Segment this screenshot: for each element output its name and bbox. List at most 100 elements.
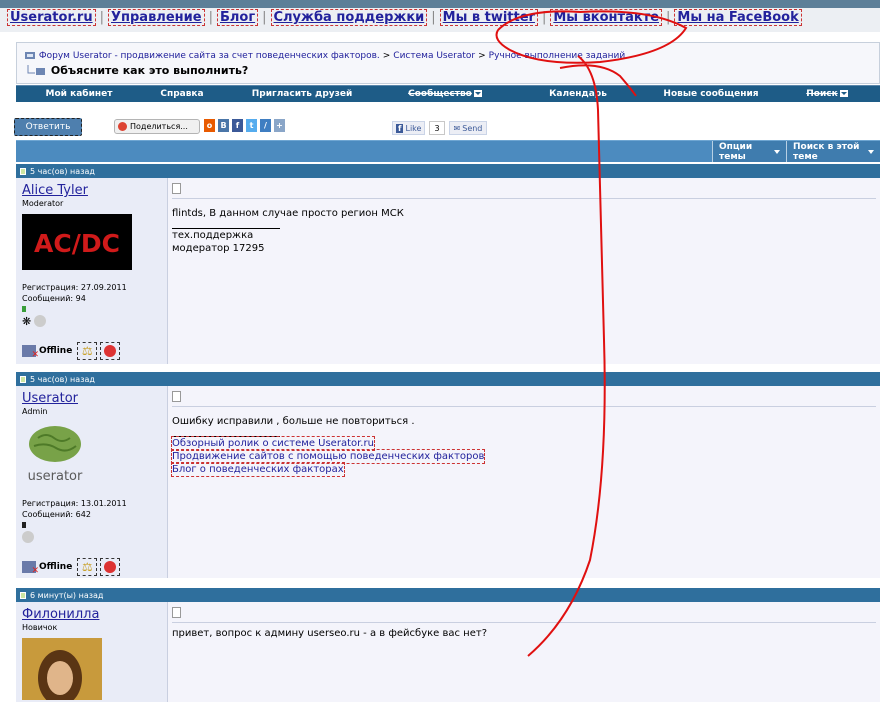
post-doc-icon	[172, 607, 181, 618]
nav-community-label: Сообщество	[408, 89, 472, 99]
author-status: Offline ⚖	[22, 558, 161, 576]
top-link-userator[interactable]: Userator.ru	[7, 9, 96, 26]
post-author-panel: Userator Admin userator Регистрация: 13.…	[16, 386, 168, 578]
signature-link[interactable]: Блог о поведенческих факторах	[171, 462, 345, 477]
post-time: 5 час(ов) назад	[30, 166, 95, 176]
post-author-panel: Alice Tyler Moderator AC/DC Регистрация:…	[16, 178, 168, 364]
post-header: 5 час(ов) назад	[16, 164, 880, 178]
fb-like-label: Like	[405, 123, 422, 133]
post-doc-icon	[172, 391, 181, 402]
thread-options-button[interactable]: Опции темы	[712, 141, 786, 162]
top-link-facebook[interactable]: Мы на FaceBook	[674, 9, 802, 26]
nav-community[interactable]: Сообщество	[382, 89, 508, 99]
fb-send-label: Send	[462, 123, 483, 133]
top-link-support[interactable]: Служба поддержки	[270, 9, 428, 26]
livejournal-icon[interactable]: /	[260, 119, 271, 132]
author-status-label: Offline	[39, 346, 73, 356]
thread-options-bar: Опции темы Поиск в этой теме	[16, 140, 880, 162]
search-thread-label: Поиск в этой теме	[793, 141, 860, 162]
author-status-label: Offline	[39, 562, 73, 572]
post-line: Ошибку исправили , больше не повториться…	[172, 416, 415, 427]
odnoklassniki-icon[interactable]: o	[204, 119, 215, 132]
post-author-panel: Филонилла Новичок	[16, 602, 168, 702]
nav-invite[interactable]: Пригласить друзей	[222, 89, 382, 99]
author-role: Moderator	[22, 199, 64, 208]
search-thread-button[interactable]: Поиск в этой теме	[786, 141, 880, 162]
svg-text:AC/DC: AC/DC	[34, 229, 120, 258]
post-content: flintds, В данном случае просто регион М…	[168, 178, 880, 364]
breadcrumb-path: Форум Userator - продвижение сайта за сч…	[25, 51, 625, 61]
breadcrumb-forum[interactable]: Форум Userator - продвижение сайта за сч…	[39, 51, 380, 61]
facebook-like-widget: f Like 3 ✉ Send	[392, 121, 488, 135]
author-name[interactable]: Alice Tyler	[22, 183, 161, 198]
thread-title-row: Объясните как это выполнить?	[25, 64, 248, 77]
author-messages: Сообщений: 642	[22, 510, 91, 519]
nav-bar: Мой кабинет Справка Пригласить друзей Со…	[16, 85, 880, 102]
signature-link[interactable]: Продвижение сайтов с помощью поведенческ…	[170, 449, 486, 464]
offline-icon	[22, 345, 39, 360]
signature-link[interactable]: Обзорный ролик о системе Userator.ru	[171, 436, 375, 451]
offline-icon	[22, 561, 39, 576]
twitter-icon[interactable]: t	[246, 119, 257, 132]
top-link-twitter[interactable]: Мы в twitter	[439, 9, 538, 26]
reputation-scale-icon[interactable]: ⚖	[77, 342, 98, 360]
breadcrumb: Форум Userator - продвижение сайта за сч…	[16, 42, 880, 84]
reply-button[interactable]: Ответить	[14, 118, 82, 136]
author-registered: Регистрация: 13.01.2011	[22, 499, 127, 508]
nav-cabinet[interactable]: Мой кабинет	[16, 89, 142, 99]
post: 6 минут(ы) назад Филонилла Новичок приве…	[16, 587, 880, 702]
fb-like-button[interactable]: f Like	[392, 121, 426, 135]
avatar[interactable]	[22, 638, 102, 700]
post-text: Ошибку исправили , больше не повториться…	[170, 415, 876, 477]
bookmark-icon[interactable]: +	[274, 119, 285, 132]
post-line: привет, вопрос к админу userseo.ru - а в…	[172, 628, 488, 639]
report-icon[interactable]	[100, 342, 121, 360]
share-button[interactable]: Поделиться...	[114, 119, 200, 134]
author-messages: Сообщений: 94	[22, 294, 86, 303]
post-header: 6 минут(ы) назад	[16, 588, 880, 602]
nav-calendar[interactable]: Календарь	[508, 89, 648, 99]
facebook-icon[interactable]: f	[232, 119, 243, 132]
breadcrumb-section[interactable]: Ручное выполнение заданий	[489, 51, 626, 61]
signature-line: тех.поддержка	[172, 230, 254, 241]
reputation-icon	[22, 522, 26, 528]
reputation-scale-icon[interactable]: ⚖	[77, 558, 98, 576]
dropdown-icon	[839, 90, 848, 97]
post-icon	[20, 375, 26, 383]
top-links: Userator.ru | Управление | Блог | Служба по…	[7, 9, 802, 26]
top-link-vkontakte[interactable]: Мы вконтакте	[550, 9, 663, 26]
nav-search[interactable]: Поиск	[774, 89, 880, 99]
post: 5 час(ов) назад Userator Admin userator …	[16, 371, 880, 578]
post: 5 час(ов) назад Alice Tyler Moderator AC…	[16, 163, 880, 364]
chevron-down-icon	[868, 149, 874, 154]
thread-branch-icon	[27, 65, 45, 75]
fb-send-button[interactable]: ✉ Send	[448, 121, 488, 135]
post-divider	[172, 406, 876, 407]
fb-like-count: 3	[429, 121, 445, 135]
avatar[interactable]: AC/DC	[22, 214, 132, 270]
post-divider	[172, 622, 876, 623]
breadcrumb-system[interactable]: Система Userator	[393, 51, 475, 61]
avatar[interactable]: userator	[22, 424, 92, 486]
vkontakte-icon[interactable]: B	[218, 119, 229, 132]
share-label: Поделиться...	[130, 122, 188, 131]
author-name[interactable]: Филонилла	[22, 607, 161, 622]
top-link-manage[interactable]: Управление	[108, 9, 205, 26]
author-name[interactable]: Userator	[22, 391, 161, 406]
top-link-blog[interactable]: Блог	[216, 9, 259, 26]
post-time: 5 час(ов) назад	[30, 374, 95, 384]
thread-options-label: Опции темы	[719, 141, 753, 162]
signature-line: модератор 17295	[172, 243, 265, 254]
circle-icon	[34, 315, 47, 327]
puzzle-icon: ❋	[22, 315, 32, 328]
share-icon	[118, 122, 127, 131]
post-doc-icon	[172, 183, 181, 194]
post-body: Alice Tyler Moderator AC/DC Регистрация:…	[16, 178, 880, 364]
nav-help[interactable]: Справка	[142, 89, 222, 99]
author-status: Offline ⚖	[22, 342, 161, 360]
author-role: Admin	[22, 407, 48, 416]
nav-search-label: Поиск	[806, 89, 838, 99]
report-icon[interactable]	[100, 558, 121, 576]
nav-new-messages[interactable]: Новые сообщения	[648, 89, 774, 99]
post-body: Userator Admin userator Регистрация: 13.…	[16, 386, 880, 578]
